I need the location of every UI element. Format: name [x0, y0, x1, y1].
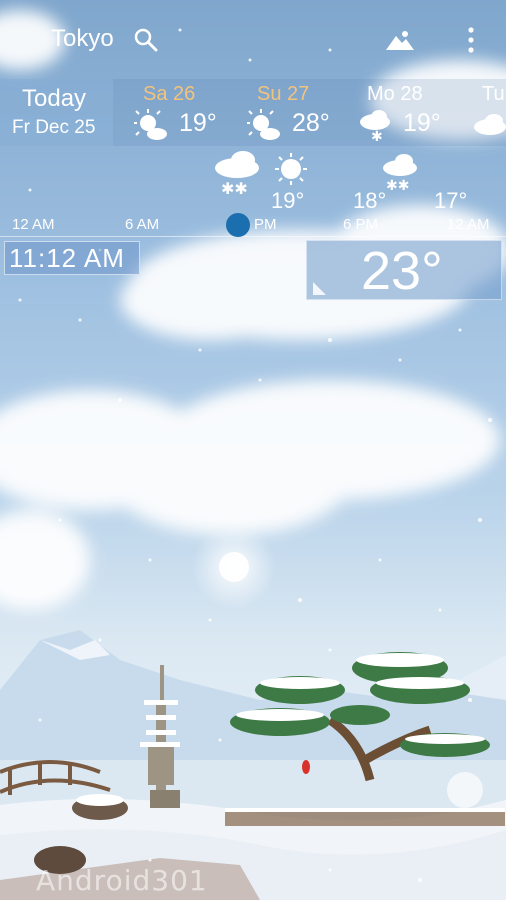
cloud-snow-icon: ✱✱ — [215, 151, 259, 198]
forecast-day-name: Sa 26 — [143, 83, 196, 105]
today-tile[interactable]: Today Fr Dec 25 — [0, 79, 113, 146]
forecast-day-sat[interactable]: Sa 26 19° — [133, 79, 243, 146]
forecast-day-temp: 28° — [292, 109, 330, 137]
forecast-day-name: Mo 28 — [367, 83, 423, 105]
forecast-day-sun[interactable]: Su 27 28° — [246, 79, 356, 146]
cloud-icon — [474, 114, 506, 135]
cloud-snow-icon: ✱ — [360, 110, 390, 143]
search-icon[interactable] — [133, 27, 159, 53]
more-vert-icon[interactable] — [461, 25, 481, 55]
hour-label: 6 AM — [125, 216, 160, 233]
city-name[interactable]: Tokyo — [51, 25, 114, 53]
forecast-day-name: Tu — [482, 83, 505, 105]
time-slider-handle[interactable] — [226, 213, 250, 237]
forecast-day-name: Su 27 — [257, 83, 310, 105]
sun-cloud-icon — [134, 109, 167, 140]
timeline-track[interactable] — [0, 236, 506, 237]
hour-label: 6 PM — [343, 216, 379, 233]
hour-label: PM — [254, 216, 277, 233]
current-time: 11:12 AM — [9, 243, 125, 273]
svg-text:✱✱: ✱✱ — [386, 178, 409, 192]
hour-label: 12 AM — [447, 216, 490, 233]
watermark: Android301 — [36, 864, 208, 897]
fence — [225, 808, 505, 826]
corner-indicator-icon — [313, 282, 326, 295]
sun-icon — [275, 153, 307, 185]
cloud-snow-icon: ✱✱ — [383, 154, 417, 192]
top-bar: Tokyo — [0, 0, 506, 78]
forecast-day-tue[interactable]: Tu — [470, 79, 506, 146]
forecast-day-temp: 19° — [179, 109, 217, 137]
hour-label: 12 AM — [12, 216, 55, 233]
svg-text:✱: ✱ — [371, 129, 383, 143]
sun-cloud-icon — [247, 109, 280, 140]
hourly-temp: 18° — [353, 188, 387, 213]
forecast-day-mon[interactable]: Mo 28 ✱ 19° — [357, 79, 467, 146]
hourly-temp: 19° — [271, 188, 305, 213]
daily-forecast-strip[interactable]: Today Fr Dec 25 Sa 26 19° Su 27 28° Mo 2… — [0, 79, 506, 146]
svg-text:✱✱: ✱✱ — [221, 179, 248, 198]
today-date: Fr Dec 25 — [12, 117, 96, 138]
today-label: Today — [22, 85, 87, 112]
forecast-day-temp: 19° — [403, 109, 441, 137]
hourly-temp: 17° — [434, 188, 468, 213]
mountain-icon[interactable] — [384, 28, 416, 52]
current-temperature[interactable]: 23° — [361, 240, 443, 302]
